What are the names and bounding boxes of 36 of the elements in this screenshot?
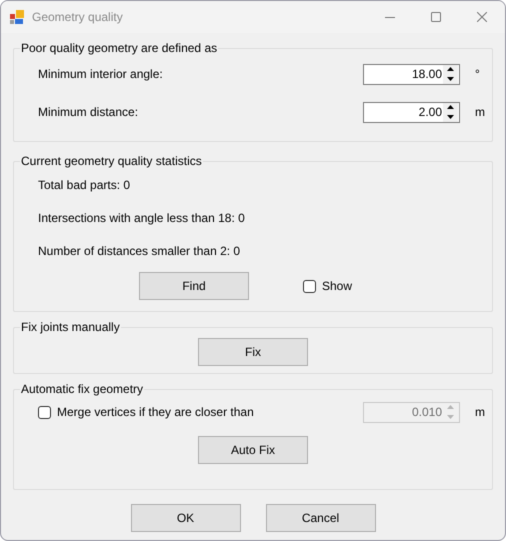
- down-arrow-icon: [447, 114, 454, 119]
- up-arrow-icon: [447, 67, 454, 72]
- app-icon: [10, 10, 24, 24]
- up-arrow-icon: [447, 105, 454, 110]
- group-title: Fix joints manually: [20, 320, 121, 334]
- unit-label: °: [474, 67, 481, 81]
- checkbox-label: Merge vertices if they are closer than: [57, 405, 254, 419]
- group-title: Current geometry quality statistics: [20, 154, 203, 168]
- unit-label: m: [474, 405, 486, 419]
- group-title: Automatic fix geometry: [20, 382, 144, 396]
- down-arrow-icon: [447, 76, 454, 81]
- number-field[interactable]: 18.00: [363, 64, 460, 84]
- number-field[interactable]: 2.00: [363, 102, 460, 122]
- checkbox[interactable]: [303, 280, 316, 292]
- field-label: Minimum distance:: [38, 105, 138, 119]
- find-button[interactable]: Find: [139, 272, 249, 300]
- down-arrow-icon: [447, 414, 454, 419]
- statistic-text: Total bad parts: 0: [37, 176, 132, 194]
- unit-label: m: [474, 105, 486, 119]
- dialog-button[interactable]: Cancel: [266, 504, 376, 532]
- spin-down-button[interactable]: [443, 112, 458, 122]
- maximize-icon: [431, 12, 441, 22]
- group-title: Poor quality geometry are defined as: [20, 41, 218, 55]
- spin-up-button[interactable]: [443, 102, 458, 112]
- statistic-text: Number of distances smaller than 2: 0: [37, 242, 242, 260]
- spin-down-button[interactable]: [443, 74, 458, 84]
- up-arrow-icon: [447, 405, 454, 410]
- window-title: Geometry quality: [32, 10, 123, 24]
- field-label: Minimum interior angle:: [38, 67, 163, 81]
- dialog-button[interactable]: OK: [130, 504, 240, 532]
- fix-button[interactable]: Fix: [198, 338, 308, 366]
- checkbox-label: Show: [322, 279, 352, 293]
- spin-up-button[interactable]: [443, 64, 458, 74]
- auto-fix-button[interactable]: Auto Fix: [198, 436, 308, 464]
- statistic-text: Intersections with angle less than 18: 0: [37, 210, 246, 226]
- close-icon: [477, 12, 487, 22]
